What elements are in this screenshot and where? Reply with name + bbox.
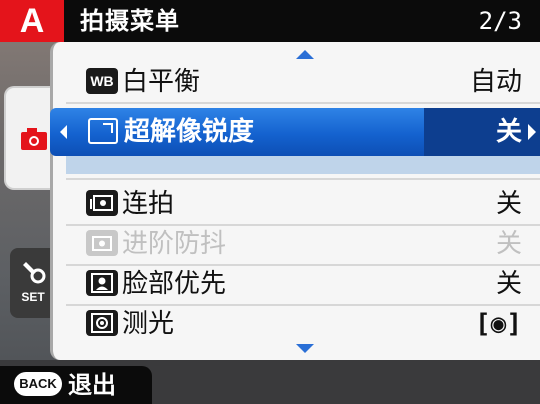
shooting-mode-letter: A	[19, 2, 45, 40]
scroll-down-icon[interactable]	[296, 344, 314, 353]
face-detection-icon	[86, 270, 118, 296]
menu-item-continuous[interactable]: 连拍 关	[66, 184, 540, 224]
back-button[interactable]: BACK	[14, 372, 62, 396]
menu-item-label: 连拍	[122, 189, 175, 219]
chevron-left-icon	[60, 125, 67, 139]
bracketing-icon	[86, 230, 118, 256]
menu-item-value: 关	[495, 229, 522, 259]
menu-item-label: 脸部优先	[122, 269, 227, 299]
menu-title: 拍摄菜单	[80, 7, 180, 35]
back-label: 退出	[68, 371, 116, 399]
selection-shadow	[66, 156, 540, 174]
menu-item-value-selected: 关	[495, 117, 522, 147]
menu-item-label: 测光	[122, 309, 175, 339]
menu-item-value: 关	[495, 189, 522, 219]
divider	[66, 178, 540, 180]
menu-item-metering[interactable]: 测光 [◉]	[66, 304, 540, 344]
menu-item-label-selected: 超解像锐度	[124, 117, 255, 147]
menu-item-stabilization: 进阶防抖 关	[66, 224, 540, 264]
continuous-shooting-icon	[86, 190, 118, 216]
scroll-up-icon[interactable]	[296, 50, 314, 59]
super-resolution-icon	[88, 118, 118, 144]
menu-item-face-priority[interactable]: 脸部优先 关	[66, 264, 540, 304]
menu-item-value: 自动	[469, 67, 522, 97]
menu-item-label: 进阶防抖	[122, 229, 227, 259]
menu-item-label: 白平衡	[122, 67, 201, 97]
page-indicator: 2/3	[478, 7, 522, 35]
divider	[66, 102, 540, 104]
menu-item-value: 关	[495, 269, 522, 299]
selected-value-background	[424, 108, 540, 156]
menu-item-white-balance[interactable]: WB 白平衡 自动	[66, 62, 540, 102]
menu-item-value: [◉]	[475, 309, 522, 339]
setup-tab-label: SET	[21, 290, 45, 304]
metering-icon	[86, 310, 118, 336]
white-balance-icon: WB	[86, 68, 118, 94]
chevron-right-icon[interactable]	[528, 124, 536, 140]
